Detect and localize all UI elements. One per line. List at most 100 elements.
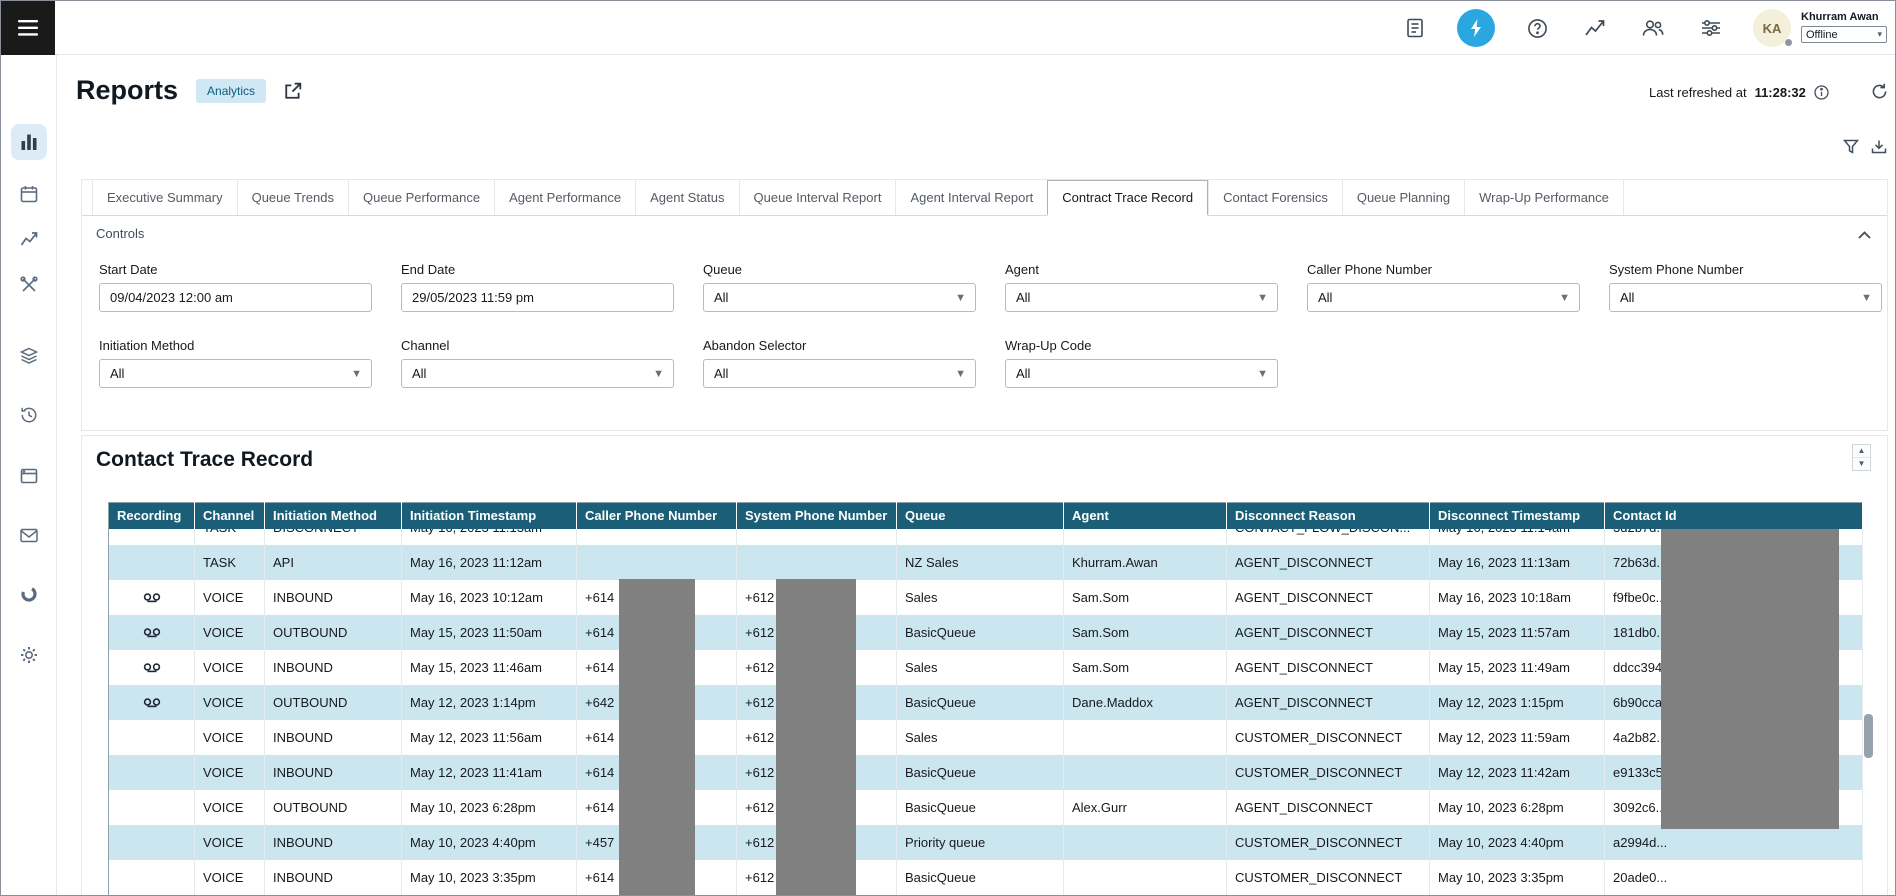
cell-agent: Sam.Som bbox=[1064, 650, 1227, 685]
select-wrap-up-code[interactable]: All▼ bbox=[1005, 359, 1278, 388]
notes-icon[interactable] bbox=[1399, 12, 1431, 44]
avatar[interactable]: KA bbox=[1753, 9, 1791, 47]
tab-wrap-up-performance[interactable]: Wrap-Up Performance bbox=[1464, 180, 1624, 215]
table-row[interactable]: VOICEINBOUNDMay 12, 2023 11:41am+614+612… bbox=[109, 755, 1863, 790]
user-chip: KA Khurram Awan Offline ▾ bbox=[1753, 9, 1887, 47]
table-row[interactable]: TASKAPIMay 16, 2023 11:12amNZ SalesKhurr… bbox=[109, 545, 1863, 580]
metrics-icon[interactable] bbox=[1579, 12, 1611, 44]
select-channel[interactable]: All▼ bbox=[401, 359, 674, 388]
table-row[interactable]: VOICEINBOUNDMay 10, 2023 4:40pm+457+612P… bbox=[109, 825, 1863, 860]
table-row[interactable]: VOICEINBOUNDMay 12, 2023 11:56am+614+612… bbox=[109, 720, 1863, 755]
select-agent[interactable]: All▼ bbox=[1005, 283, 1278, 312]
col-header-channel[interactable]: Channel bbox=[195, 503, 265, 529]
help-icon[interactable] bbox=[1521, 12, 1553, 44]
select-caller-phone-number[interactable]: All▼ bbox=[1307, 283, 1580, 312]
sidebar-item-layers[interactable] bbox=[11, 338, 47, 374]
user-name: Khurram Awan bbox=[1801, 11, 1887, 23]
filter-end-date: End Date29/05/2023 11:59 pm bbox=[401, 262, 674, 312]
table-row[interactable]: VOICEINBOUNDMay 15, 2023 11:46am+614+612… bbox=[109, 650, 1863, 685]
cell-agent: Dane.Maddox bbox=[1064, 685, 1227, 720]
input-end-date[interactable]: 29/05/2023 11:59 pm bbox=[401, 283, 674, 312]
col-header-system-phone-number[interactable]: System Phone Number bbox=[737, 503, 897, 529]
recording-icon[interactable] bbox=[143, 697, 161, 709]
info-icon[interactable] bbox=[1814, 85, 1829, 100]
sidebar-item-analytics[interactable] bbox=[11, 124, 47, 160]
spinner-up-icon[interactable]: ▲ bbox=[1853, 445, 1870, 458]
sidebar-item-window[interactable] bbox=[11, 458, 47, 494]
sidebar-item-mail[interactable] bbox=[11, 517, 47, 553]
menu-button[interactable] bbox=[1, 1, 55, 55]
tools-icon bbox=[20, 276, 38, 294]
col-header-contact-id[interactable]: Contact Id bbox=[1605, 503, 1863, 529]
table-row[interactable]: VOICEOUTBOUNDMay 10, 2023 6:28pm+614+612… bbox=[109, 790, 1863, 825]
sidebar-item-tools[interactable] bbox=[11, 267, 47, 303]
sidebar-item-history[interactable] bbox=[11, 397, 47, 433]
refresh-icon[interactable] bbox=[1871, 83, 1888, 100]
col-header-initiation-timestamp[interactable]: Initiation Timestamp bbox=[402, 503, 577, 529]
flash-icon[interactable] bbox=[1457, 9, 1495, 47]
download-icon[interactable] bbox=[1871, 139, 1887, 155]
cell-recording bbox=[109, 825, 195, 860]
ctr-head-row: RecordingChannelInitiation MethodInitiat… bbox=[109, 503, 1863, 529]
cell-initiation-method: INBOUND bbox=[265, 720, 402, 755]
col-header-initiation-method[interactable]: Initiation Method bbox=[265, 503, 402, 529]
col-header-caller-phone-number[interactable]: Caller Phone Number bbox=[577, 503, 737, 529]
sidebar-item-settings[interactable] bbox=[11, 637, 47, 673]
select-queue[interactable]: All▼ bbox=[703, 283, 976, 312]
layers-icon bbox=[20, 347, 38, 365]
tab-executive-summary[interactable]: Executive Summary bbox=[92, 180, 237, 215]
cell-disconnect-reason: AGENT_DISCONNECT bbox=[1227, 650, 1430, 685]
col-header-recording[interactable]: Recording bbox=[109, 503, 195, 529]
tab-agent-interval-report[interactable]: Agent Interval Report bbox=[895, 180, 1047, 215]
cell-recording bbox=[109, 790, 195, 825]
cell-initiation-timestamp: May 10, 2023 4:40pm bbox=[402, 825, 577, 860]
tab-agent-status[interactable]: Agent Status bbox=[635, 180, 738, 215]
preferences-icon[interactable] bbox=[1695, 12, 1727, 44]
select-initiation-method[interactable]: All▼ bbox=[99, 359, 372, 388]
topbar-actions: KA Khurram Awan Offline ▾ bbox=[1399, 1, 1887, 55]
cell-system-phone bbox=[737, 529, 897, 545]
sidebar-item-doughnut[interactable] bbox=[11, 576, 47, 612]
tab-contact-forensics[interactable]: Contact Forensics bbox=[1208, 180, 1342, 215]
spinner-down-icon[interactable]: ▼ bbox=[1853, 458, 1870, 470]
tab-queue-trends[interactable]: Queue Trends bbox=[237, 180, 348, 215]
recording-icon[interactable] bbox=[143, 662, 161, 674]
filter-value: All bbox=[412, 366, 426, 381]
recording-icon[interactable] bbox=[143, 627, 161, 639]
tab-queue-planning[interactable]: Queue Planning bbox=[1342, 180, 1464, 215]
cell-recording bbox=[109, 650, 195, 685]
col-header-disconnect-reason[interactable]: Disconnect Reason bbox=[1227, 503, 1430, 529]
table-row[interactable]: VOICEOUTBOUNDMay 12, 2023 1:14pm+642+612… bbox=[109, 685, 1863, 720]
cell-channel: TASK bbox=[195, 545, 265, 580]
app-window: KA Khurram Awan Offline ▾ bbox=[0, 0, 1896, 896]
cell-channel: VOICE bbox=[195, 580, 265, 615]
cell-disconnect-reason: AGENT_DISCONNECT bbox=[1227, 790, 1430, 825]
table-row[interactable]: VOICEINBOUNDMay 16, 2023 10:12am+614+612… bbox=[109, 580, 1863, 615]
status-dropdown[interactable]: Offline ▾ bbox=[1801, 26, 1887, 43]
sidebar-item-trends[interactable] bbox=[11, 221, 47, 257]
select-abandon-selector[interactable]: All▼ bbox=[703, 359, 976, 388]
tab-agent-performance[interactable]: Agent Performance bbox=[494, 180, 635, 215]
tab-contract-trace-record[interactable]: Contract Trace Record bbox=[1047, 180, 1208, 216]
recording-icon[interactable] bbox=[143, 592, 161, 604]
col-header-disconnect-timestamp[interactable]: Disconnect Timestamp bbox=[1430, 503, 1605, 529]
select-system-phone-number[interactable]: All▼ bbox=[1609, 283, 1882, 312]
filter-funnel-icon[interactable] bbox=[1843, 139, 1859, 154]
table-row[interactable]: VOICEOUTBOUNDMay 15, 2023 11:50am+614+61… bbox=[109, 615, 1863, 650]
cell-initiation-timestamp: May 10, 2023 3:35pm bbox=[402, 860, 577, 896]
sidebar-item-calendar[interactable] bbox=[11, 176, 47, 212]
table-row[interactable]: VOICEINBOUNDMay 10, 2023 3:35pm+614+612B… bbox=[109, 860, 1863, 896]
table-row[interactable]: TASKDISCONNECTMay 16, 2023 11:13amCONTAC… bbox=[109, 529, 1863, 545]
tab-queue-interval-report[interactable]: Queue Interval Report bbox=[739, 180, 896, 215]
col-header-queue[interactable]: Queue bbox=[897, 503, 1064, 529]
input-start-date[interactable]: 09/04/2023 12:00 am bbox=[99, 283, 372, 312]
cell-disconnect-timestamp: May 10, 2023 6:28pm bbox=[1430, 790, 1605, 825]
table-scrollbar-thumb[interactable] bbox=[1864, 714, 1873, 758]
users-icon[interactable] bbox=[1637, 12, 1669, 44]
col-header-agent[interactable]: Agent bbox=[1064, 503, 1227, 529]
tab-queue-performance[interactable]: Queue Performance bbox=[348, 180, 494, 215]
analytics-badge[interactable]: Analytics bbox=[196, 79, 266, 103]
cell-agent bbox=[1064, 755, 1227, 790]
collapse-chevron-icon[interactable] bbox=[1858, 226, 1871, 244]
external-link-icon[interactable] bbox=[284, 82, 302, 100]
